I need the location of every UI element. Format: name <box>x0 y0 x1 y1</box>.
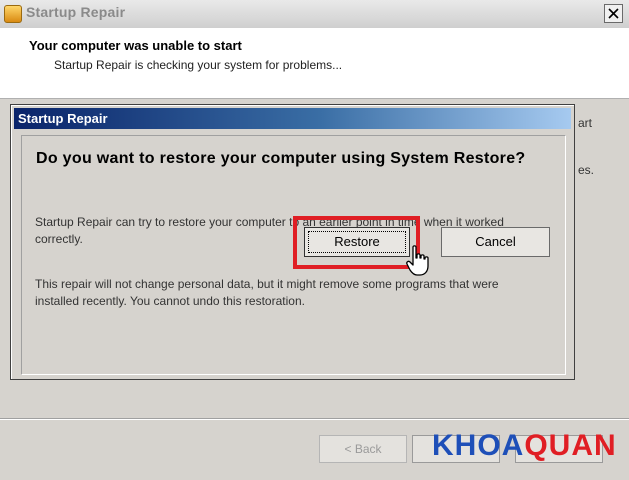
header-panel: Your computer was unable to start Startu… <box>0 28 629 99</box>
header-subtitle: Startup Repair is checking your system f… <box>54 58 343 72</box>
watermark-text-2: QUAN <box>524 429 617 462</box>
startup-repair-app-icon <box>4 5 22 23</box>
close-icon <box>608 8 619 19</box>
close-window-button[interactable] <box>604 4 623 23</box>
hand-cursor-icon <box>406 245 429 276</box>
dialog-title: Startup Repair <box>18 111 108 126</box>
watermark-text-1: KHOA <box>432 429 525 462</box>
footer-separator <box>0 418 629 420</box>
background-text-fragment: es. <box>578 163 595 177</box>
background-text-fragment: art <box>578 116 593 130</box>
dialog-paragraph-2: This repair will not change personal dat… <box>35 277 499 308</box>
restore-button-label: Restore <box>334 234 380 249</box>
cancel-button[interactable]: Cancel <box>441 227 550 257</box>
khoaquan-watermark-logo: KHOAQUAN <box>432 429 617 463</box>
dialog-question: Do you want to restore your computer usi… <box>36 150 526 167</box>
restore-button[interactable]: Restore <box>304 227 410 257</box>
back-button[interactable]: < Back <box>319 435 407 463</box>
main-titlebar: Startup Repair <box>0 0 629 29</box>
dialog-titlebar: Startup Repair <box>14 108 571 129</box>
main-window-title: Startup Repair <box>26 4 126 20</box>
header-title: Your computer was unable to start <box>29 38 242 53</box>
